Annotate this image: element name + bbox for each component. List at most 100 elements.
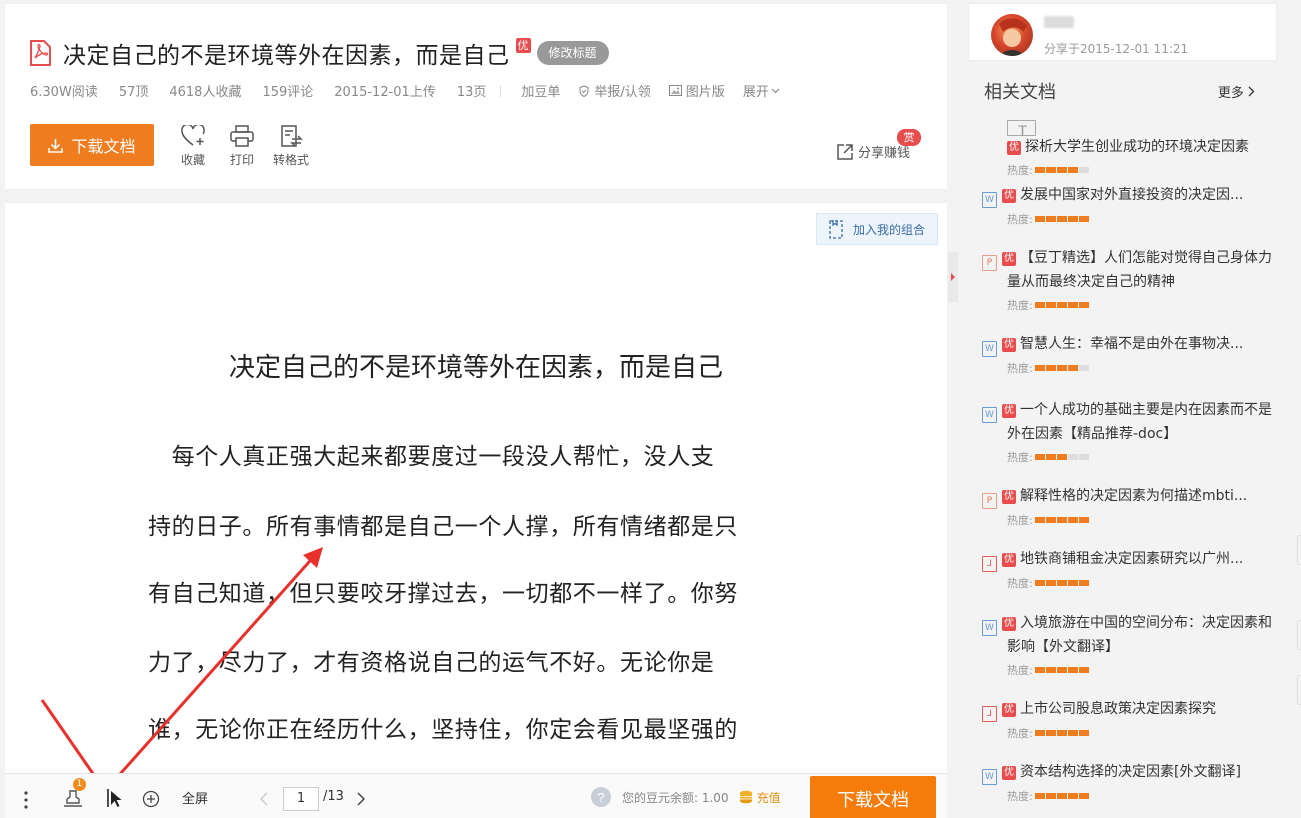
quality-badge: 优 [1002,404,1016,418]
caret-right-icon [951,273,955,281]
avatar-image [999,18,1027,56]
heat-rating: 热度: [1007,162,1272,178]
edge-scroll-hint [1297,535,1301,715]
heat-bar [1034,667,1045,673]
heat-bar [1078,216,1089,222]
related-item-title-row[interactable]: W 优发展中国家对外直接投资的决定因... [980,184,1272,208]
related-item-title[interactable]: 【豆丁精选】人们怎能对觉得自己身体力量从而最终决定自己的精神 [1007,250,1272,290]
avatar[interactable] [991,14,1033,56]
heat-bars [1034,517,1090,523]
related-item[interactable]: W 优一个人成功的基础主要是内在因素而不是外在因素【精品推荐-doc】 热度: [980,399,1272,465]
download-button[interactable]: 下载文档 [30,124,154,166]
edit-title-button[interactable]: 修改标题 [536,41,609,65]
heat-bar [1034,454,1045,460]
heat-bar [1034,365,1045,371]
related-item-title[interactable]: 入境旅游在中国的空间分布：决定因素和影响【外文翻译】 [1007,615,1272,655]
related-item-title[interactable]: 探析大学生创业成功的环境决定因素 [1025,139,1249,155]
recharge-link[interactable]: 充值 [757,789,781,806]
related-item-title-row[interactable]: P 优解释性格的决定因素为何描述mbti... [980,485,1272,509]
related-item[interactable]: W 优发展中国家对外直接投资的决定因... 热度: [980,184,1272,227]
balance-area: ? 您的豆元余额: 1.00 充值 [590,786,781,808]
related-item[interactable]: P 优解释性格的决定因素为何描述mbti... 热度: [980,485,1272,528]
related-item-title[interactable]: 智慧人生：幸福不是由外在事物决... [1020,336,1243,352]
report-link[interactable]: 举报/认领 [578,81,651,100]
heat-bar [1056,167,1067,173]
fullscreen-button[interactable]: 全屏 [182,788,208,807]
add-to-list-link[interactable]: 加豆单 [521,81,560,100]
body-line: 有自己知道，但只要咬牙撑过去，一切都不一样了。你努 [148,581,738,607]
heat-label: 热度: [1007,299,1033,312]
convert-format-button[interactable]: 转格式 [271,125,311,168]
upload-date: 2015-12-01上传 [334,85,436,100]
quality-badge: 优 [515,37,531,53]
quality-badge: 优 [1002,338,1016,352]
prev-page-icon[interactable] [260,792,268,806]
expand-link[interactable]: 展开 [743,81,784,100]
share-time: 分享于2015-12-01 11:21 [1044,42,1189,56]
heat-bar [1034,793,1045,799]
pdf-doc-icon: ⅃ [982,556,997,572]
heart-plus-icon [181,125,205,146]
more-vertical-icon[interactable] [23,791,29,809]
related-item-title-row[interactable]: W 优智慧人生：幸福不是由外在事物决... [980,333,1272,357]
related-item-title-row[interactable]: ⅃ 优上市公司股息政策决定因素探究 [980,698,1272,722]
related-item[interactable]: W 优入境旅游在中国的空间分布：决定因素和影响【外文翻译】热度: [980,612,1272,678]
related-item-title[interactable]: 上市公司股息政策决定因素探究 [1020,701,1216,717]
text-cursor-tool-icon[interactable] [106,788,122,808]
related-item-title-row[interactable]: W 优资本结构选择的决定因素[外文翻译] [980,761,1272,785]
shield-icon [579,84,589,97]
like-count: 57顶 [118,85,149,100]
related-item[interactable]: W 优资本结构选择的决定因素[外文翻译] 热度: [980,761,1272,804]
heat-bar [1056,580,1067,586]
favorite-button[interactable]: 收藏 [173,125,213,168]
next-page-icon[interactable] [357,792,365,806]
heat-bar [1078,730,1089,736]
ppt-doc-icon: P [982,255,997,271]
heat-bars [1034,730,1090,736]
share-icon [837,143,853,160]
share-earn-button[interactable]: 分享赚钱 [836,142,910,161]
related-item[interactable]: ⅃ 优地铁商铺租金决定因素研究以广州... 热度: [980,548,1272,591]
total-pages: /13 [323,789,344,804]
zoom-in-icon[interactable] [142,790,160,808]
related-item-title[interactable]: 资本结构选择的决定因素[外文翻译] [1020,764,1241,780]
heat-bar [1056,454,1067,460]
related-item-title-row[interactable]: W 优一个人成功的基础主要是内在因素而不是外在因素【精品推荐-doc】 [980,399,1272,446]
download-button-bottom[interactable]: 下载文档 [810,776,936,818]
heat-label: 热度: [1007,664,1033,677]
heat-bars [1034,365,1090,371]
word-doc-icon: W [982,407,997,423]
related-item-title-row[interactable]: W 优入境旅游在中国的空间分布：决定因素和影响【外文翻译】 [980,612,1272,659]
related-item-title-row[interactable]: ⅃ 优地铁商铺租金决定因素研究以广州... [980,548,1272,572]
related-item-title[interactable]: 一个人成功的基础主要是内在因素而不是外在因素【精品推荐-doc】 [1007,402,1272,442]
document-reader[interactable]: 加入我的组合 决定自己的不是环境等外在因素，而是自己 每个人真正强大起来都要度过… [5,203,947,818]
related-item[interactable]: P 优【豆丁精选】人们怎能对觉得自己身体力量从而最终决定自己的精神热度: [980,247,1272,313]
quality-badge: 优 [1002,490,1016,504]
more-link[interactable]: 更多 [1218,82,1255,101]
heat-bar [1045,517,1056,523]
related-item-title[interactable]: 发展中国家对外直接投资的决定因... [1020,187,1243,203]
title-row: 决定自己的不是环境等外在因素，而是自己 优 修改标题 [29,36,609,70]
notification-badge: 1 [73,778,86,791]
sidebar-collapse-tab[interactable] [948,252,958,302]
heat-bar [1045,302,1056,308]
related-item-title-row[interactable]: P 优【豆丁精选】人们怎能对觉得自己身体力量从而最终决定自己的精神 [980,247,1272,294]
heat-bar [1067,517,1078,523]
heat-bar [1056,517,1067,523]
related-item-title-row[interactable]: T 优探析大学生创业成功的环境决定因素 [980,120,1272,159]
image-version-link[interactable]: 图片版 [668,81,725,100]
reward-badge: 赏 [897,129,921,146]
ppt-doc-icon: P [982,493,997,509]
comment-count: 159评论 [262,85,314,100]
related-item-title[interactable]: 地铁商铺租金决定因素研究以广州... [1020,551,1243,567]
related-item[interactable]: T 优探析大学生创业成功的环境决定因素热度: [980,120,1272,178]
page-number-input[interactable]: 1 [283,787,319,811]
stamp-icon[interactable] [62,789,84,809]
print-button[interactable]: 打印 [222,125,262,168]
related-item[interactable]: W 优智慧人生：幸福不是由外在事物决... 热度: [980,333,1272,376]
related-item-title[interactable]: 解释性格的决定因素为何描述mbti... [1020,488,1247,504]
help-icon[interactable]: ? [590,786,612,808]
add-to-collection-button[interactable]: 加入我的组合 [816,213,938,245]
heat-bars [1034,580,1090,586]
related-item[interactable]: ⅃ 优上市公司股息政策决定因素探究 热度: [980,698,1272,741]
